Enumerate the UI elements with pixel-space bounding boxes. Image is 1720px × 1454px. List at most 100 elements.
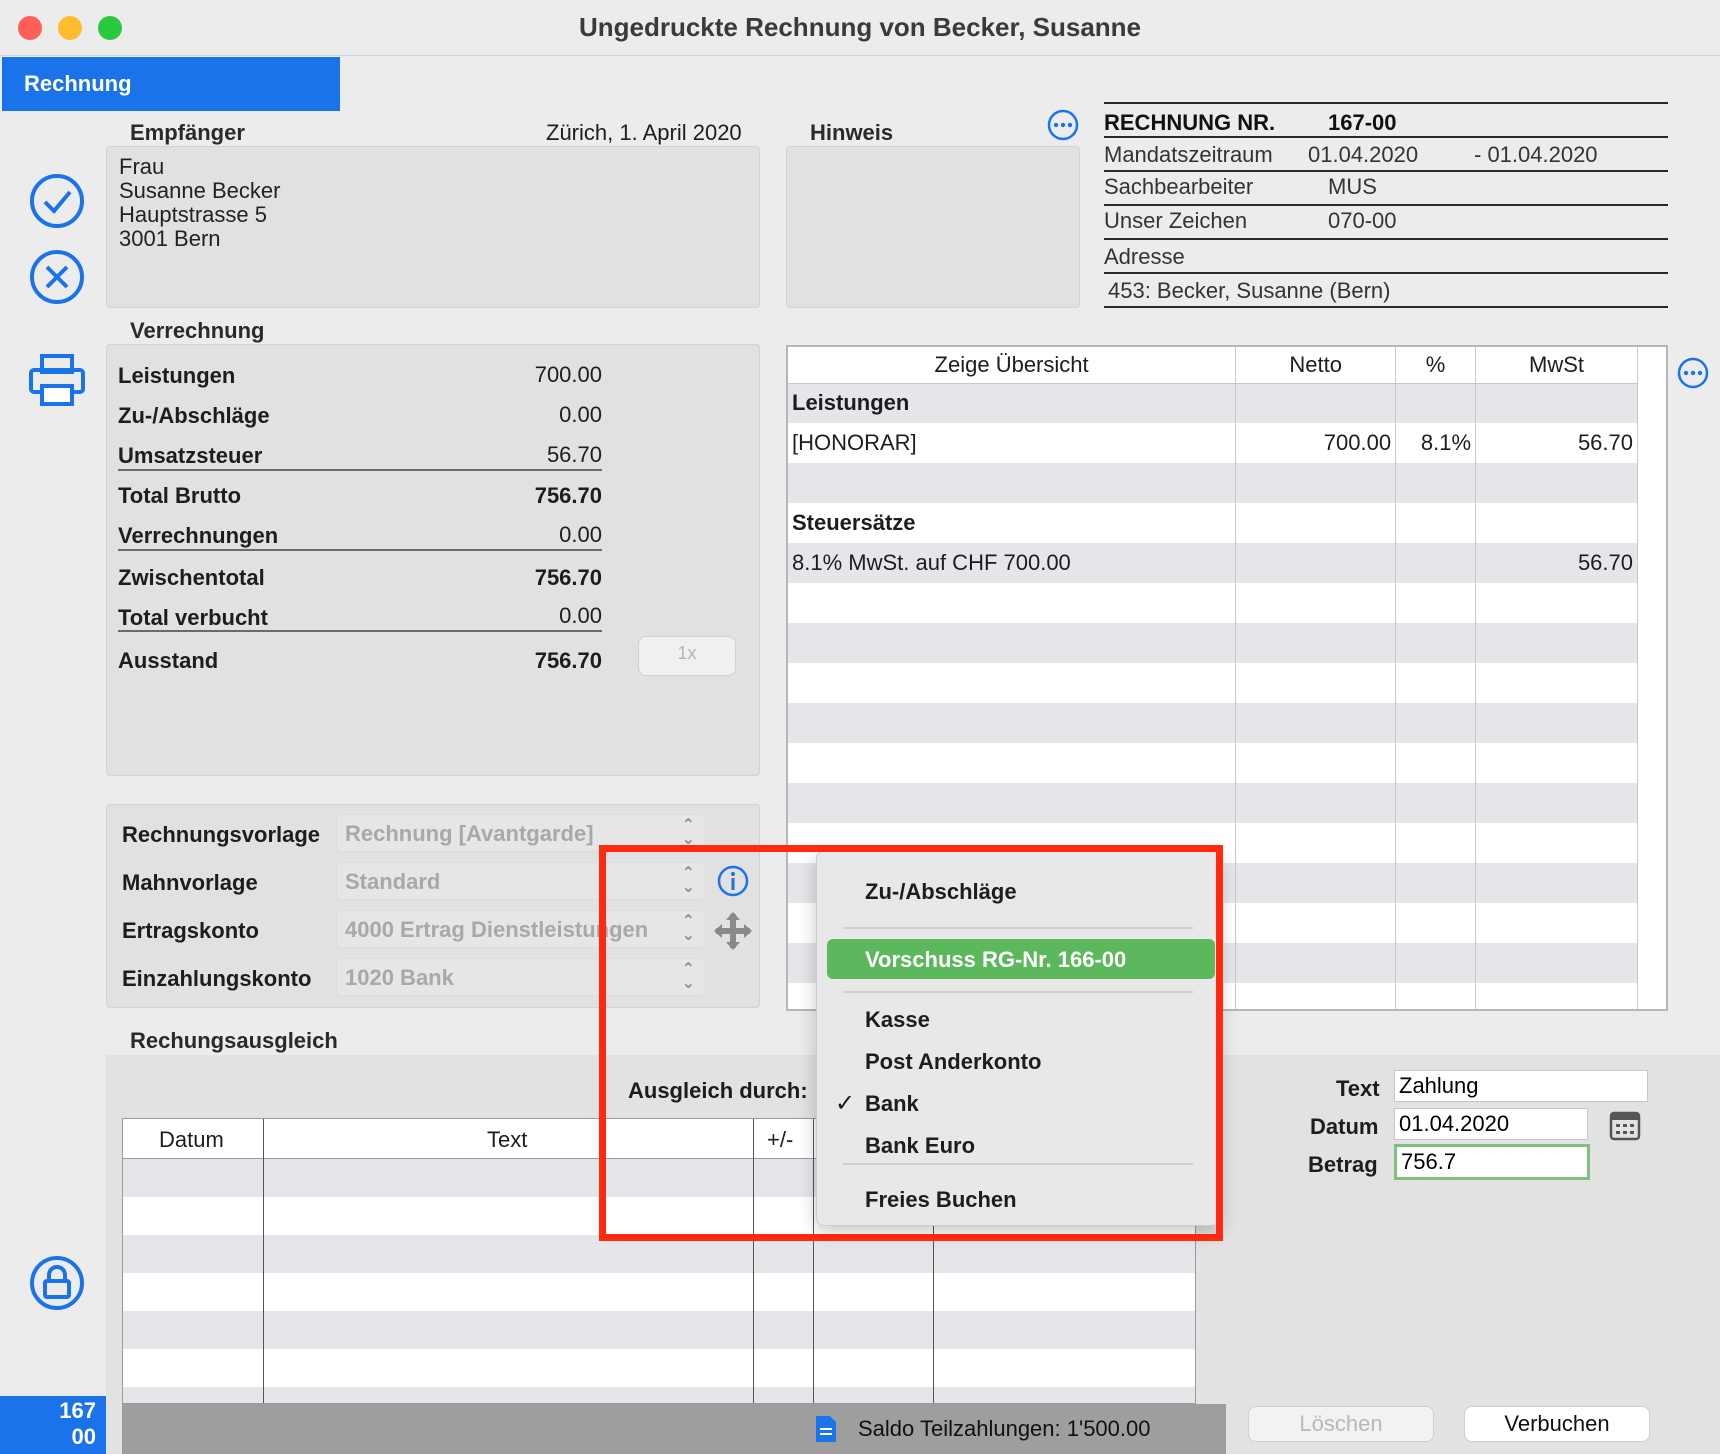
table-cell: [HONORAR] [788, 423, 1237, 463]
row-label-ausstand: Ausstand [118, 648, 219, 673]
lock-icon[interactable] [28, 1254, 86, 1312]
table-row[interactable] [788, 783, 1638, 823]
table-cell: 56.70 [1475, 543, 1638, 583]
table-row[interactable] [788, 743, 1638, 783]
deposit-account-value: 1020 Bank [345, 965, 454, 990]
record-number-main: 167 [59, 1398, 96, 1423]
recipient-panel: Frau Susanne Becker Hauptstrasse 5 3001 … [106, 146, 760, 308]
row-label-verrechnungen: Verrechnungen [118, 523, 279, 548]
reference-value: 070-00 [1328, 208, 1397, 233]
column-header-text[interactable]: Text [487, 1127, 527, 1153]
info-divider [1104, 170, 1668, 172]
info-divider [1104, 272, 1668, 274]
period-label: Mandatszeitraum [1104, 142, 1273, 167]
overview-options-icon[interactable] [1676, 356, 1710, 390]
table-cell [1475, 503, 1638, 543]
row-label-total-verbucht: Total verbucht [118, 605, 268, 630]
period-to: - 01.04.2020 [1474, 142, 1598, 167]
table-cell: 700.00 [1235, 423, 1397, 463]
tab-rechnung[interactable]: Rechnung [2, 57, 340, 111]
column-header-netto[interactable]: Netto [1235, 347, 1397, 384]
column-header-date[interactable]: Datum [159, 1127, 224, 1153]
annotation-highlight-box [599, 845, 1223, 1241]
table-cell: Steuersätze [788, 503, 1237, 543]
date-field[interactable] [1394, 1108, 1588, 1140]
table-cell [1235, 543, 1397, 583]
column-header-mwst[interactable]: MwSt [1475, 347, 1638, 384]
more-options-icon[interactable] [1046, 108, 1080, 142]
table-cell [1395, 383, 1477, 423]
hint-heading: Hinweis [810, 120, 894, 145]
table-row[interactable] [788, 703, 1638, 743]
table-row[interactable] [788, 663, 1638, 703]
clerk-label: Sachbearbeiter [1104, 174, 1254, 199]
clerk-value: MUS [1328, 174, 1377, 199]
recipient-line-name: Susanne Becker [119, 178, 281, 203]
hint-textarea[interactable] [786, 146, 1080, 308]
table-cell: 8.1% [1395, 423, 1477, 463]
table-row[interactable] [788, 623, 1638, 663]
info-divider [1104, 102, 1668, 104]
date-field-label: Datum [1310, 1114, 1379, 1139]
row-label-total-brutto: Total Brutto [118, 483, 242, 508]
row-label-umsatzsteuer: Umsatzsteuer [118, 443, 263, 468]
calendar-icon[interactable] [1608, 1108, 1642, 1142]
address-label: Adresse [1104, 244, 1185, 269]
settlement-heading: Verrechnung [130, 318, 265, 343]
dunning-template-value: Standard [345, 869, 441, 894]
row-label-leistungen: Leistungen [118, 363, 236, 388]
delete-button[interactable]: Löschen [1248, 1406, 1434, 1442]
table-cell [1395, 503, 1477, 543]
payment-heading: Rechungsausgleich [130, 1028, 338, 1053]
recipient-line-street: Hauptstrasse 5 [119, 202, 267, 227]
book-button[interactable]: Verbuchen [1464, 1406, 1650, 1442]
record-number-badge: 167 00 [0, 1396, 106, 1454]
recipient-address: Frau Susanne Becker Hauptstrasse 5 3001 … [107, 147, 759, 259]
row-value-total-brutto: 756.70 [534, 483, 602, 508]
multiplier-button[interactable]: 1x [638, 636, 736, 676]
table-row[interactable] [788, 583, 1638, 623]
recipient-line-salutation: Frau [119, 154, 165, 179]
table-cell [1475, 463, 1638, 503]
confirm-icon[interactable] [28, 172, 86, 230]
row-value-zwischentotal: 756.70 [534, 565, 602, 590]
print-icon[interactable] [28, 352, 86, 408]
invoice-date-place: Zürich, 1. April 2020 [546, 120, 742, 145]
recipient-line-city: 3001 Bern [119, 226, 221, 251]
table-cell: 56.70 [1475, 423, 1638, 463]
row-label-zuschlaege: Zu-/Abschläge [118, 403, 270, 428]
partial-payments-balance: Saldo Teilzahlungen: 1'500.00 [858, 1416, 1151, 1441]
invoice-template-label: Rechnungsvorlage [122, 822, 321, 847]
table-row[interactable]: [HONORAR] 700.00 8.1% 56.70 [788, 423, 1638, 463]
table-row[interactable] [123, 1387, 1195, 1403]
table-row[interactable] [123, 1311, 1195, 1349]
subtotal-line [118, 549, 602, 551]
record-number-sub: 00 [71, 1424, 96, 1449]
up-down-chevron-icon: ⌃ ⌄ [681, 817, 695, 848]
table-row[interactable]: Leistungen [788, 383, 1638, 423]
table-cell [788, 463, 1237, 503]
table-cell [1235, 383, 1397, 423]
table-row[interactable]: Steuersätze [788, 503, 1638, 543]
row-label-zwischentotal: Zwischentotal [118, 565, 265, 590]
table-cell [1235, 463, 1397, 503]
reference-label: Unser Zeichen [1104, 208, 1248, 233]
text-field[interactable] [1394, 1070, 1648, 1102]
period-from: 01.04.2020 [1308, 142, 1419, 167]
revenue-account-label: Ertragskonto [122, 918, 259, 943]
info-divider [1104, 238, 1668, 240]
address-value: 453: Becker, Susanne (Bern) [1108, 278, 1391, 303]
cancel-icon[interactable] [28, 248, 86, 306]
row-value-total-verbucht: 0.00 [559, 603, 602, 628]
column-header-overview[interactable]: Zeige Übersicht [788, 347, 1237, 384]
table-cell [1235, 503, 1397, 543]
amount-field-label: Betrag [1308, 1152, 1378, 1177]
table-row[interactable]: 8.1% MwSt. auf CHF 700.00 56.70 [788, 543, 1638, 583]
info-divider [1104, 204, 1668, 206]
amount-field[interactable] [1394, 1144, 1590, 1180]
table-row[interactable] [788, 463, 1638, 503]
table-cell [1475, 383, 1638, 423]
info-divider [1104, 306, 1668, 308]
column-header-percent[interactable]: % [1395, 347, 1477, 384]
invoice-template-value: Rechnung [Avantgarde] [345, 821, 594, 846]
